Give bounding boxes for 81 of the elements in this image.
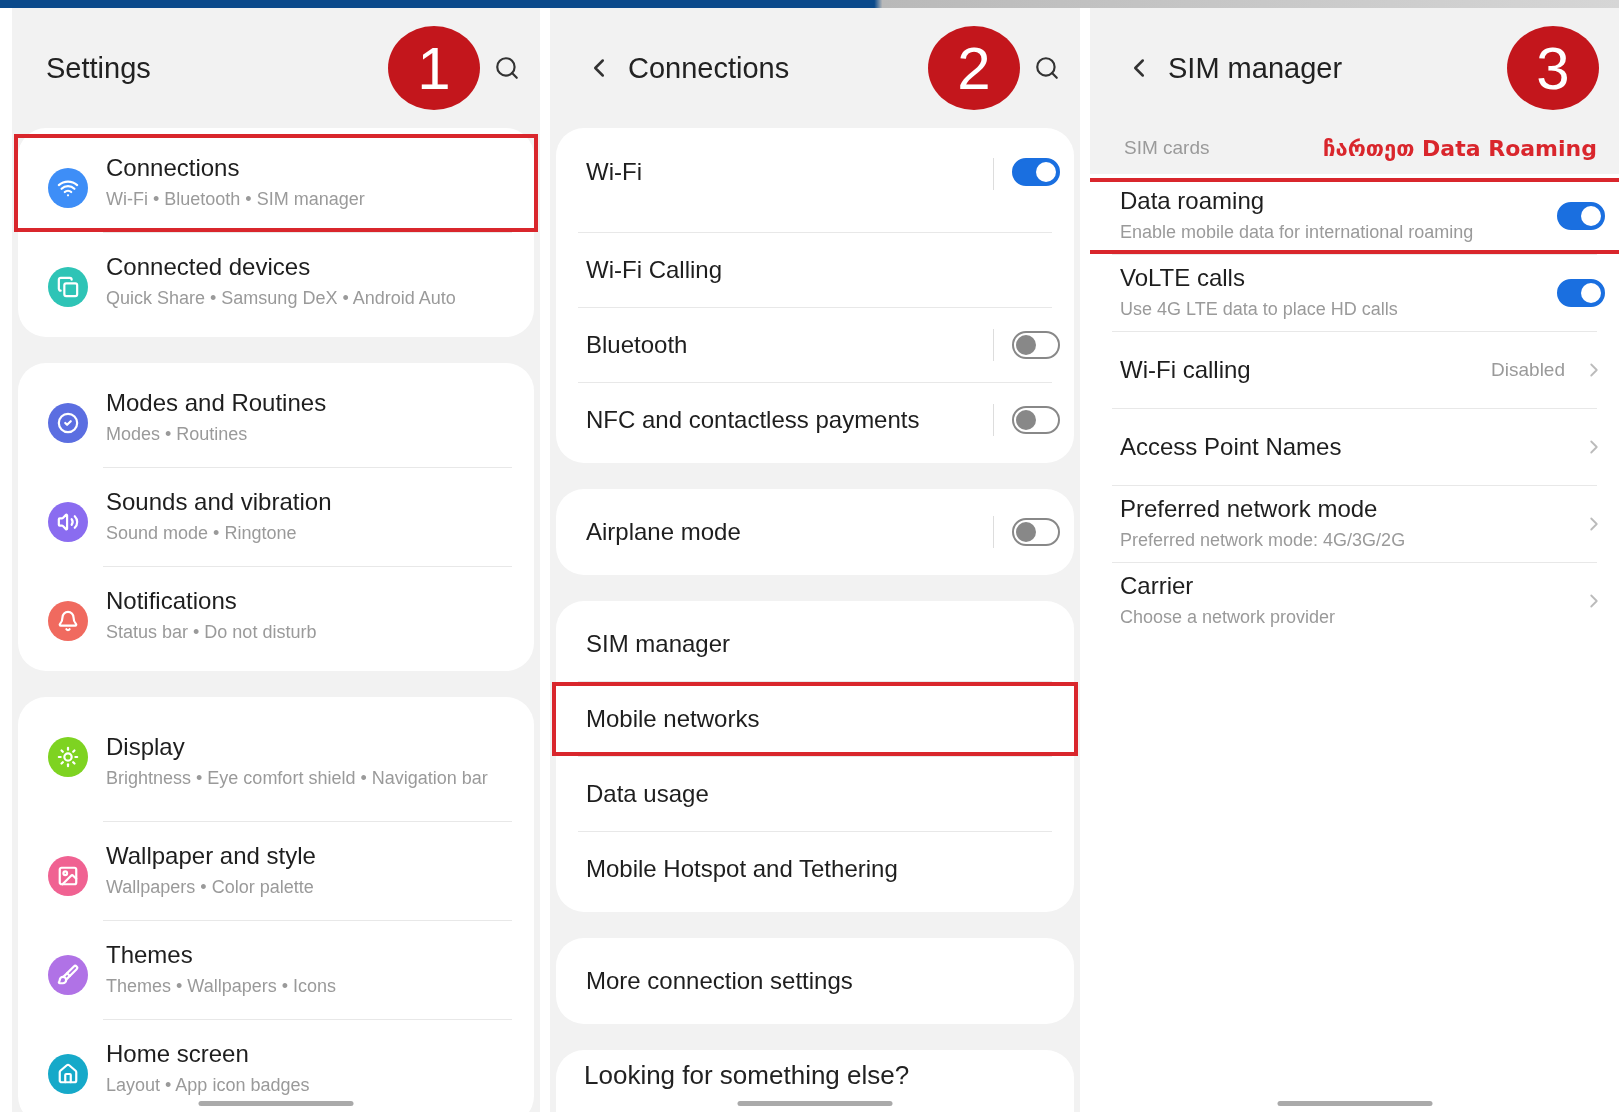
settings-row[interactable]: Airplane mode	[552, 495, 1078, 569]
row-subtitle: Brightness • Eye comfort shield • Navigation bar	[106, 767, 489, 791]
row-subtitle: Modes • Routines	[106, 423, 249, 447]
row-label: Modes and Routines	[106, 389, 328, 418]
row-value: Disabled	[1491, 359, 1565, 381]
screen-title: Connections	[628, 51, 791, 85]
row-label: Wi-Fi	[586, 158, 643, 186]
footer-text[interactable]: Looking for something else?	[584, 1060, 1046, 1091]
row-label: NFC and contactless payments	[586, 406, 921, 434]
row-label: SIM manager	[586, 630, 732, 658]
row-subtitle: Preferred network mode: 4G/3G/2G	[1120, 529, 1407, 553]
row-label: Connections	[106, 154, 241, 183]
row-label: More connection settings	[586, 967, 854, 995]
toggle-switch[interactable]	[1012, 518, 1060, 546]
settings-row[interactable]: Mobile Hotspot and Tethering	[552, 832, 1078, 906]
settings-row[interactable]: Themes Themes • Wallpapers • Icons	[14, 921, 538, 1019]
row-label: Data usage	[586, 780, 710, 808]
settings-row[interactable]: Preferred network mode Preferred network mode: 4G/3G/2G	[1090, 486, 1619, 562]
row-subtitle: Wi-Fi • Bluetooth • SIM manager	[106, 188, 366, 212]
row-label: Mobile networks	[586, 705, 761, 733]
settings-row[interactable]: Carrier Choose a network provider	[1090, 563, 1619, 639]
toggle-switch[interactable]	[1012, 158, 1060, 186]
search-icon[interactable]	[1034, 55, 1060, 81]
toggle-switch[interactable]	[1012, 406, 1060, 434]
settings-row[interactable]: Notifications Status bar • Do not disturb	[14, 567, 538, 665]
toggle-switch[interactable]	[1557, 202, 1605, 230]
settings-row[interactable]: Mobile networks	[552, 682, 1078, 756]
row-subtitle: Enable mobile data for international roaming	[1120, 221, 1475, 245]
settings-row[interactable]: VoLTE calls Use 4G LTE data to place HD calls	[1090, 255, 1619, 331]
settings-row[interactable]: More connection settings	[552, 944, 1078, 1018]
toggle-switch[interactable]	[1557, 279, 1605, 307]
row-label: Wi-Fi Calling	[586, 256, 723, 284]
row-subtitle: Sound mode • Ringtone	[106, 522, 298, 546]
settings-row[interactable]: Wi-Fi calling Disabled	[1090, 332, 1619, 408]
row-label: VoLTE calls	[1120, 264, 1246, 293]
step-badge: 1	[388, 26, 480, 110]
settings-row[interactable]: Display Brightness • Eye comfort shield • Navigation bar	[14, 703, 538, 821]
toggle-switch[interactable]	[1012, 331, 1060, 359]
settings-row[interactable]: Home screen Layout • App icon badges	[14, 1020, 538, 1112]
row-label: Wi-Fi calling	[1120, 356, 1252, 384]
row-label: Data roaming	[1120, 187, 1266, 216]
row-label: Mobile Hotspot and Tethering	[586, 855, 899, 883]
settings-row[interactable]: Bluetooth	[552, 308, 1078, 382]
row-subtitle: Themes • Wallpapers • Icons	[106, 975, 338, 999]
settings-row[interactable]: Wi-Fi	[552, 134, 1078, 232]
row-label: Access Point Names	[1120, 433, 1343, 461]
settings-row[interactable]: SIM manager	[552, 607, 1078, 681]
annotation-text: ჩართეთ Data Roaming	[1323, 135, 1597, 161]
screen-title: SIM manager	[1168, 51, 1344, 85]
row-label: Themes	[106, 941, 194, 970]
row-subtitle: Layout • App icon badges	[106, 1074, 311, 1098]
settings-row[interactable]: Data roaming Enable mobile data for international roaming	[1090, 178, 1619, 254]
row-subtitle: Status bar • Do not disturb	[106, 621, 318, 645]
row-label: Home screen	[106, 1040, 250, 1069]
settings-row[interactable]: Sounds and vibration Sound mode • Ringtone	[14, 468, 538, 566]
row-subtitle: Quick Share • Samsung DeX • Android Auto	[106, 287, 457, 311]
settings-row[interactable]: Connections Wi-Fi • Bluetooth • SIM manager	[14, 134, 538, 232]
settings-row[interactable]: Connected devices Quick Share • Samsung DeX • Android Auto	[14, 233, 538, 331]
row-subtitle: Use 4G LTE data to place HD calls	[1120, 298, 1399, 322]
row-label: Bluetooth	[586, 331, 689, 359]
row-label: Carrier	[1120, 572, 1195, 601]
row-label: Preferred network mode	[1120, 495, 1379, 524]
row-subtitle: Wallpapers • Color palette	[106, 876, 315, 900]
row-label: Notifications	[106, 587, 238, 616]
settings-row[interactable]: Wi-Fi Calling	[552, 233, 1078, 307]
settings-row[interactable]: Wallpaper and style Wallpapers • Color palette	[14, 822, 538, 920]
row-label: Wallpaper and style	[106, 842, 317, 871]
step-badge: 2	[928, 26, 1020, 110]
row-label: Airplane mode	[586, 518, 742, 546]
step-badge: 3	[1507, 26, 1599, 110]
row-label: Display	[106, 733, 186, 762]
row-label: Connected devices	[106, 253, 312, 282]
screen-title: Settings	[46, 51, 152, 85]
row-subtitle: Choose a network provider	[1120, 606, 1337, 630]
row-label: Sounds and vibration	[106, 488, 333, 517]
settings-row[interactable]: Modes and Routines Modes • Routines	[14, 369, 538, 467]
search-icon[interactable]	[494, 55, 520, 81]
section-label: SIM cards	[1124, 137, 1210, 159]
settings-row[interactable]: NFC and contactless payments	[552, 383, 1078, 457]
settings-row[interactable]: Access Point Names	[1090, 409, 1619, 485]
settings-row[interactable]: Data usage	[552, 757, 1078, 831]
